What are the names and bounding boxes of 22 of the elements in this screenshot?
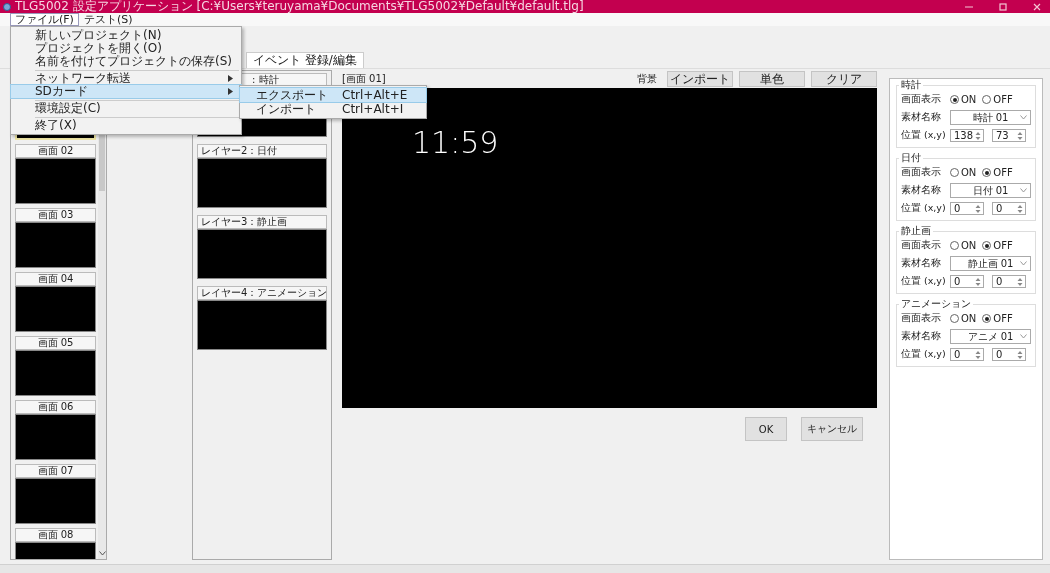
field-label: 画面表示 <box>901 312 942 325</box>
group-title: 時計 <box>899 79 923 91</box>
field-label: 画面表示 <box>901 93 942 106</box>
field-label: 素材名称 <box>901 330 942 343</box>
field-label: 素材名称 <box>901 257 942 270</box>
field-label: 位置 (x,y) <box>901 129 947 142</box>
field-label: 位置 (x,y) <box>901 202 947 215</box>
field-label: 素材名称 <box>901 184 942 197</box>
group-title: 日付 <box>899 152 923 164</box>
shortcut-label: Ctrl+Alt+I <box>342 102 404 116</box>
group-title: アニメーション <box>899 298 973 310</box>
group-title: 静止画 <box>899 225 933 237</box>
field-label: 位置 (x,y) <box>901 275 947 288</box>
shortcut-label: Ctrl+Alt+E <box>342 88 408 102</box>
field-label: 位置 (x,y) <box>901 348 947 361</box>
field-label: 素材名称 <box>901 111 942 124</box>
window-title: TLG5002 設定アプリケーション [C:¥Users¥teruyama¥Documents¥TLG5002¥Default¥default.tlg] <box>15 0 584 13</box>
field-label: 画面表示 <box>901 239 942 252</box>
field-label: 画面表示 <box>901 166 942 179</box>
screen-caption: [画面 01] <box>342 72 386 86</box>
clock-text: 11:59 <box>412 126 499 160</box>
background-label: 背景 <box>637 72 657 86</box>
